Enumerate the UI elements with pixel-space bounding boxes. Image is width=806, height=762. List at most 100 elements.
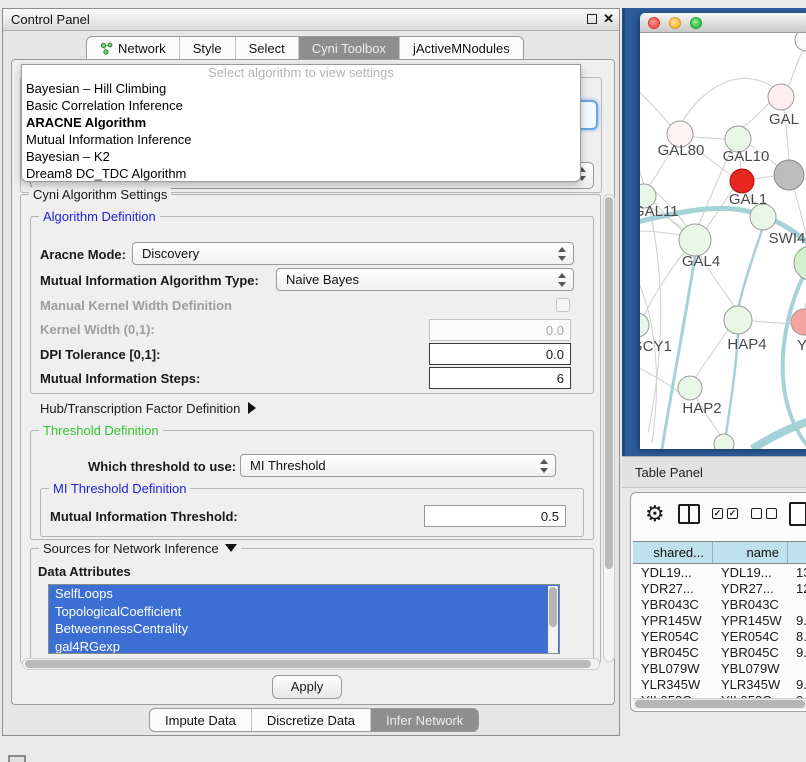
list-item[interactable]: TopologicalCoefficient [49, 603, 559, 621]
hub-definition-expander[interactable]: Hub/Transcription Factor Definition [40, 401, 256, 416]
node-hap2[interactable] [678, 376, 702, 400]
collapsed-panel-icon[interactable] [8, 755, 26, 762]
control-panel-title: Control Panel [11, 12, 90, 27]
list-item[interactable]: BetweennessCentrality [49, 620, 559, 638]
node-label: GAL4 [682, 253, 720, 270]
tab-discretize-data[interactable]: Discretize Data [252, 709, 371, 731]
node-gcy1[interactable] [640, 313, 649, 337]
tab-cyni-toolbox-label: Cyni Toolbox [312, 41, 386, 56]
threshold-definition-title: Threshold Definition [39, 423, 163, 438]
tab-infer-network[interactable]: Infer Network [371, 709, 478, 731]
tab-select[interactable]: Select [236, 37, 299, 59]
checked-checkbox-icon[interactable]: ✓ [712, 508, 723, 519]
aracne-mode-combobox[interactable]: Discovery [132, 242, 574, 265]
node-table: shared... name A YDL19...YDL19...13 YDR2… [633, 541, 806, 708]
dropdown-prompt: Select algorithm to view settings [22, 65, 580, 81]
node-unlabeled[interactable] [795, 33, 806, 51]
tab-cyni-toolbox[interactable]: Cyni Toolbox [299, 37, 400, 59]
node-label: GCY1 [640, 338, 672, 355]
close-window-icon[interactable] [648, 17, 660, 29]
node-hap4[interactable] [724, 306, 752, 334]
close-panel-icon[interactable]: ✕ [603, 11, 614, 27]
settings-horizontal-scrollbar[interactable] [22, 658, 600, 670]
network-view-window: GAL GAL80 GAL10 GAL1 GAL11 SWI4 GAL4 GCY… [640, 13, 806, 449]
node-y-partial[interactable] [791, 309, 806, 335]
tab-network[interactable]: Network [87, 37, 180, 59]
table-row[interactable]: YDR27...YDR27...12 [633, 580, 806, 596]
settings-vertical-scrollbar[interactable] [603, 194, 615, 662]
table-horizontal-scrollbar[interactable] [633, 698, 806, 709]
algorithm-dropdown-popup: Select algorithm to view settings Bayesi… [21, 64, 581, 182]
node-swi4[interactable] [794, 246, 806, 280]
kernel-width-field[interactable]: 0.0 [429, 319, 571, 341]
table-row[interactable]: YPR145WYPR145W9. [633, 612, 806, 628]
tab-impute-data-label: Impute Data [165, 713, 236, 728]
tab-infer-network-label: Infer Network [386, 713, 463, 728]
tab-select-label: Select [249, 41, 285, 56]
table-toolbar: ⚙ ✓ ✓ [631, 493, 806, 537]
node-unlabeled[interactable] [714, 434, 734, 449]
node-gray[interactable] [774, 160, 804, 190]
list-scrollbar[interactable] [548, 586, 558, 654]
tab-network-label: Network [118, 41, 166, 56]
table-row[interactable]: YBR043CYBR043C [633, 596, 806, 612]
checked-checkbox-icon[interactable]: ✓ [727, 508, 738, 519]
dropdown-item[interactable]: Basic Correlation Inference [22, 98, 580, 115]
sources-group-title[interactable]: Sources for Network Inference [39, 541, 241, 556]
node-label: HAP4 [727, 336, 766, 353]
column-header-name[interactable]: name [713, 542, 788, 563]
tab-jactivemnodules[interactable]: jActiveMNodules [400, 37, 523, 59]
control-panel-titlebar[interactable]: Control Panel ✕ [3, 9, 619, 31]
table-header-row: shared... name A [633, 541, 806, 564]
collapse-arrow-icon [225, 544, 237, 552]
sources-title-label: Sources for Network Inference [43, 541, 219, 556]
node-gal-partial[interactable] [768, 84, 794, 110]
network-icon [100, 42, 113, 55]
manual-kernel-width-checkbox[interactable] [556, 298, 570, 312]
mi-threshold-field[interactable]: 0.5 [424, 505, 566, 527]
unchecked-checkbox-icon[interactable] [751, 508, 762, 519]
node-label: GAL [769, 111, 799, 128]
data-attributes-list[interactable]: SelfLoops TopologicalCoefficient Between… [48, 584, 560, 654]
table-row[interactable]: YER054CYER054C8. [633, 628, 806, 644]
minimize-window-icon[interactable] [669, 17, 681, 29]
dropdown-item[interactable]: Dream8 DC_TDC Algorithm [22, 166, 580, 182]
table-row[interactable]: YBL079WYBL079W [633, 660, 806, 676]
unchecked-checkbox-icon[interactable] [766, 508, 777, 519]
split-columns-icon[interactable] [678, 504, 700, 524]
mi-algorithm-type-combobox[interactable]: Naive Bayes [276, 268, 574, 291]
combo-stepper-icon [557, 273, 566, 287]
settings-gear-icon[interactable]: ⚙ [645, 501, 665, 527]
network-canvas[interactable]: GAL GAL80 GAL10 GAL1 GAL11 SWI4 GAL4 GCY… [640, 33, 806, 449]
data-attributes-label: Data Attributes [38, 564, 131, 579]
table-row[interactable]: YDL19...YDL19...13 [633, 564, 806, 580]
node-gal4[interactable] [679, 224, 711, 256]
node-label: GAL80 [658, 142, 705, 159]
algorithm-definition-title: Algorithm Definition [39, 209, 160, 224]
table-row[interactable]: YLR345WYLR345W9. [633, 676, 806, 692]
node-label: Y [797, 337, 806, 354]
node-gal1[interactable] [730, 169, 754, 193]
desktop-background: GAL GAL80 GAL10 GAL1 GAL11 SWI4 GAL4 GCY… [622, 8, 806, 456]
dropdown-item[interactable]: Bayesian – K2 [22, 149, 580, 166]
column-header-shared-name[interactable]: shared... [633, 542, 713, 563]
dropdown-item[interactable]: Bayesian – Hill Climbing [22, 81, 580, 98]
which-threshold-combobox[interactable]: MI Threshold [240, 454, 556, 477]
list-item[interactable]: gal4RGexp [49, 638, 559, 655]
dpi-tolerance-field[interactable]: 0.0 [429, 343, 571, 365]
mi-threshold-definition-title: MI Threshold Definition [49, 481, 190, 496]
zoom-window-icon[interactable] [690, 17, 702, 29]
dropdown-item[interactable]: Mutual Information Inference [22, 132, 580, 149]
tab-style[interactable]: Style [180, 37, 236, 59]
column-header-partial[interactable]: A [788, 542, 806, 563]
table-panel-title: Table Panel [635, 465, 703, 480]
float-window-icon[interactable] [587, 14, 597, 24]
network-window-titlebar[interactable] [640, 13, 806, 33]
tab-impute-data[interactable]: Impute Data [150, 709, 252, 731]
table-row[interactable]: YBR045CYBR045C9. [633, 644, 806, 660]
apply-button[interactable]: Apply [272, 675, 342, 699]
mi-steps-field[interactable]: 6 [429, 367, 571, 389]
dropdown-item-highlighted[interactable]: ARACNE Algorithm [22, 115, 580, 132]
list-item[interactable]: SelfLoops [49, 585, 559, 603]
page-icon[interactable] [789, 502, 806, 526]
